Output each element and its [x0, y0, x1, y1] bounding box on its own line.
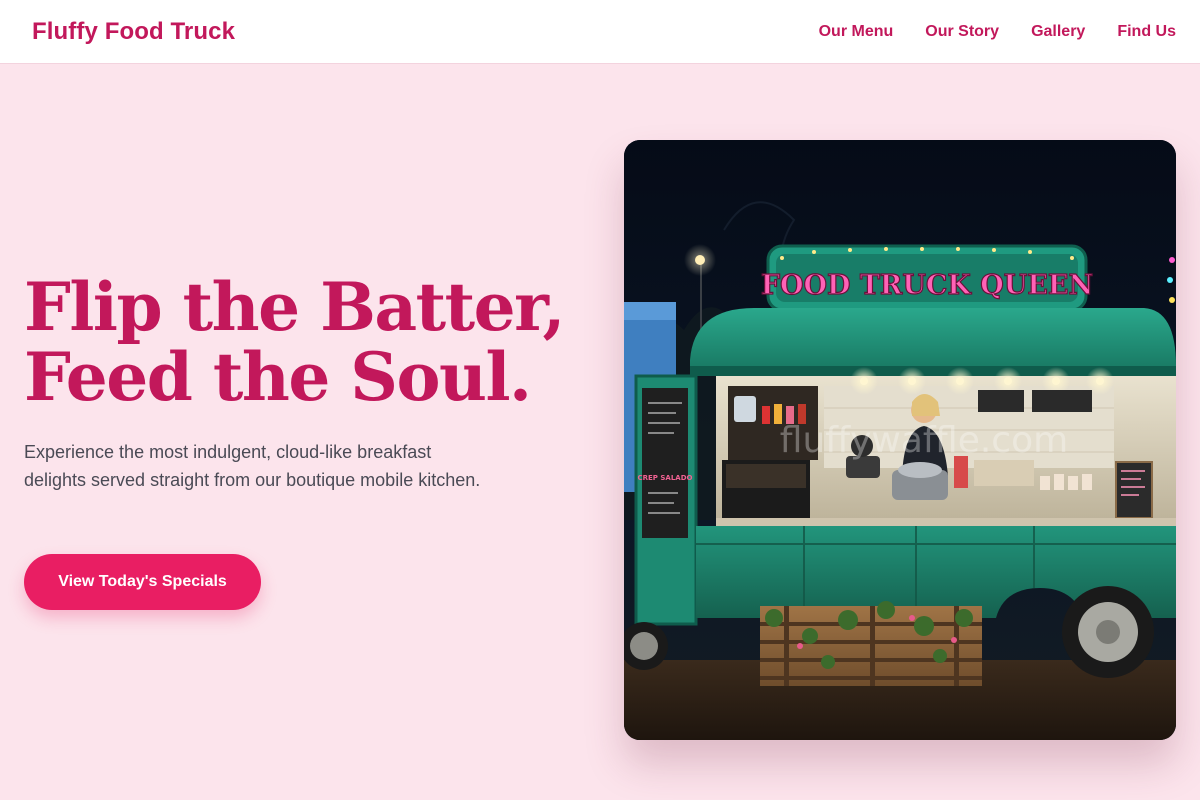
- brand-logo-link[interactable]: Fluffy Food Truck: [32, 18, 235, 46]
- hero-title-line-2: Feed the Soul.: [24, 338, 532, 416]
- food-truck-photo: FOOD TRUCK QUEEN CREP SALADO fluffywaffl…: [624, 140, 1176, 740]
- truck-sign-text: FOOD TRUCK QUEEN: [761, 270, 1093, 301]
- nav-link-our-menu[interactable]: Our Menu: [819, 23, 894, 41]
- hero-title: Flip the Batter, Feed the Soul.: [24, 272, 584, 412]
- photo-watermark: fluffywaffle.com: [780, 420, 1068, 461]
- view-specials-button[interactable]: View Today's Specials: [24, 554, 261, 610]
- main-nav: Our Menu Our Story Gallery Find Us: [787, 23, 1176, 41]
- hero-description: Experience the most indulgent, cloud-lik…: [24, 442, 481, 490]
- food-truck-illustration: FOOD TRUCK QUEEN CREP SALADO fluffywaffl…: [624, 140, 1176, 740]
- nav-link-our-story[interactable]: Our Story: [925, 23, 999, 41]
- nav-link-gallery[interactable]: Gallery: [1031, 23, 1085, 41]
- hero-title-line-1: Flip the Batter,: [24, 268, 566, 346]
- nav-link-find-us[interactable]: Find Us: [1117, 23, 1176, 41]
- navbar: Fluffy Food Truck Our Menu Our Story Gal…: [0, 0, 1200, 64]
- door-menu-text: CREP SALADO: [638, 474, 693, 482]
